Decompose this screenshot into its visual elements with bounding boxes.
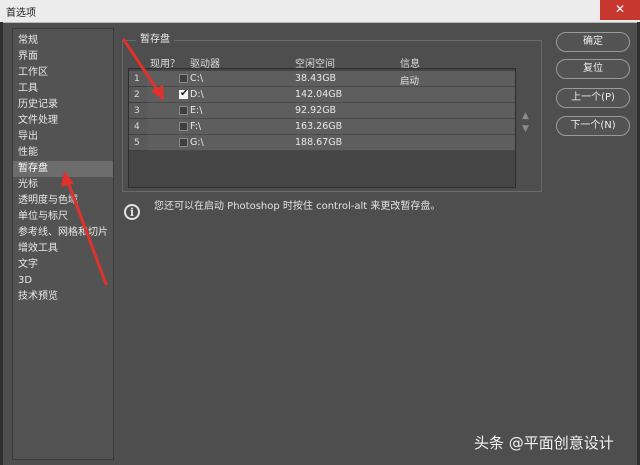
check-icon: ✔ [180, 88, 189, 99]
sidebar-item-performance[interactable]: 性能 [13, 145, 113, 161]
active-checkbox[interactable] [179, 74, 188, 83]
active-checkbox[interactable] [179, 138, 188, 147]
sidebar: 常规 界面 工作区 工具 历史记录 文件处理 导出 性能 暂存盘 光标 透明度与… [12, 28, 114, 460]
info-icon: i [124, 204, 140, 220]
sidebar-item-tech-preview[interactable]: 技术预览 [13, 289, 113, 305]
move-up-icon[interactable]: ▲ [522, 110, 532, 123]
previous-button[interactable]: 上一个(P) [556, 88, 630, 108]
active-checkbox[interactable] [179, 122, 188, 131]
sidebar-item-general[interactable]: 常规 [13, 33, 113, 49]
row-body: F:\ 163.26GB [147, 119, 515, 135]
title-bar: 首选项 ✕ [0, 0, 640, 23]
sidebar-item-history[interactable]: 历史记录 [13, 97, 113, 113]
row-number: 4 [129, 119, 147, 135]
table-row[interactable]: 5 G:\ 188.67GB [129, 135, 515, 151]
sidebar-item-type[interactable]: 文字 [13, 257, 113, 273]
drive-cell: C:\ [190, 73, 204, 84]
sidebar-item-3d[interactable]: 3D [13, 273, 113, 289]
sidebar-item-interface[interactable]: 界面 [13, 49, 113, 65]
drive-cell: E:\ [190, 105, 203, 116]
watermark: 头条 @平面创意设计 [474, 434, 614, 452]
table-row[interactable]: 2 ✔ D:\ 142.04GB [129, 87, 515, 103]
free-space-cell: 38.43GB [295, 73, 337, 84]
row-number: 5 [129, 135, 147, 151]
free-space-cell: 92.92GB [295, 105, 337, 116]
sidebar-item-tools[interactable]: 工具 [13, 81, 113, 97]
move-down-icon[interactable]: ▼ [522, 123, 532, 136]
sidebar-item-scratch-disks[interactable]: 暂存盘 [13, 161, 113, 177]
row-number: 1 [129, 71, 147, 87]
info-cell: 启动 [400, 76, 420, 87]
sidebar-item-cursors[interactable]: 光标 [13, 177, 113, 193]
active-checkbox[interactable]: ✔ [179, 88, 189, 99]
sidebar-item-units[interactable]: 单位与标尺 [13, 209, 113, 225]
table-row[interactable]: 3 E:\ 92.92GB [129, 103, 515, 119]
row-body: ✔ D:\ 142.04GB [147, 87, 515, 103]
row-body: E:\ 92.92GB [147, 103, 515, 119]
window-edge-left [0, 22, 3, 465]
window-title: 首选项 [6, 8, 36, 19]
sidebar-item-file-handling[interactable]: 文件处理 [13, 113, 113, 129]
active-checkbox[interactable] [179, 106, 188, 115]
reset-button[interactable]: 复位 [556, 59, 630, 79]
sidebar-item-guides[interactable]: 参考线、网格和切片 [13, 225, 113, 241]
drive-cell: D:\ [190, 89, 204, 100]
reorder-arrows: ▲ ▼ [522, 110, 532, 136]
free-space-cell: 188.67GB [295, 137, 343, 148]
close-icon: ✕ [614, 2, 626, 16]
sidebar-item-plugins[interactable]: 增效工具 [13, 241, 113, 257]
sidebar-item-workspace[interactable]: 工作区 [13, 65, 113, 81]
row-body: G:\ 188.67GB [147, 135, 515, 151]
hint-text: 您还可以在启动 Photoshop 时按住 control-alt 来更改暂存盘… [154, 201, 441, 212]
drive-cell: G:\ [190, 137, 204, 148]
row-body: C:\ 38.43GB 启动 [147, 71, 515, 87]
free-space-cell: 142.04GB [295, 89, 343, 100]
row-number: 3 [129, 103, 147, 119]
group-title: 暂存盘 [136, 30, 174, 45]
next-button[interactable]: 下一个(N) [556, 116, 630, 136]
drive-cell: F:\ [190, 121, 202, 132]
table-row[interactable]: 4 F:\ 163.26GB [129, 119, 515, 135]
free-space-cell: 163.26GB [295, 121, 343, 132]
close-button[interactable]: ✕ [600, 0, 640, 20]
sidebar-item-transparency[interactable]: 透明度与色域 [13, 193, 113, 209]
row-number: 2 [129, 87, 147, 103]
ok-button[interactable]: 确定 [556, 32, 630, 52]
table-row[interactable]: 1 C:\ 38.43GB 启动 [129, 71, 515, 87]
sidebar-item-export[interactable]: 导出 [13, 129, 113, 145]
scratch-disk-table: 1 C:\ 38.43GB 启动 2 ✔ D:\ 142.04GB 3 E:\ … [128, 68, 516, 188]
